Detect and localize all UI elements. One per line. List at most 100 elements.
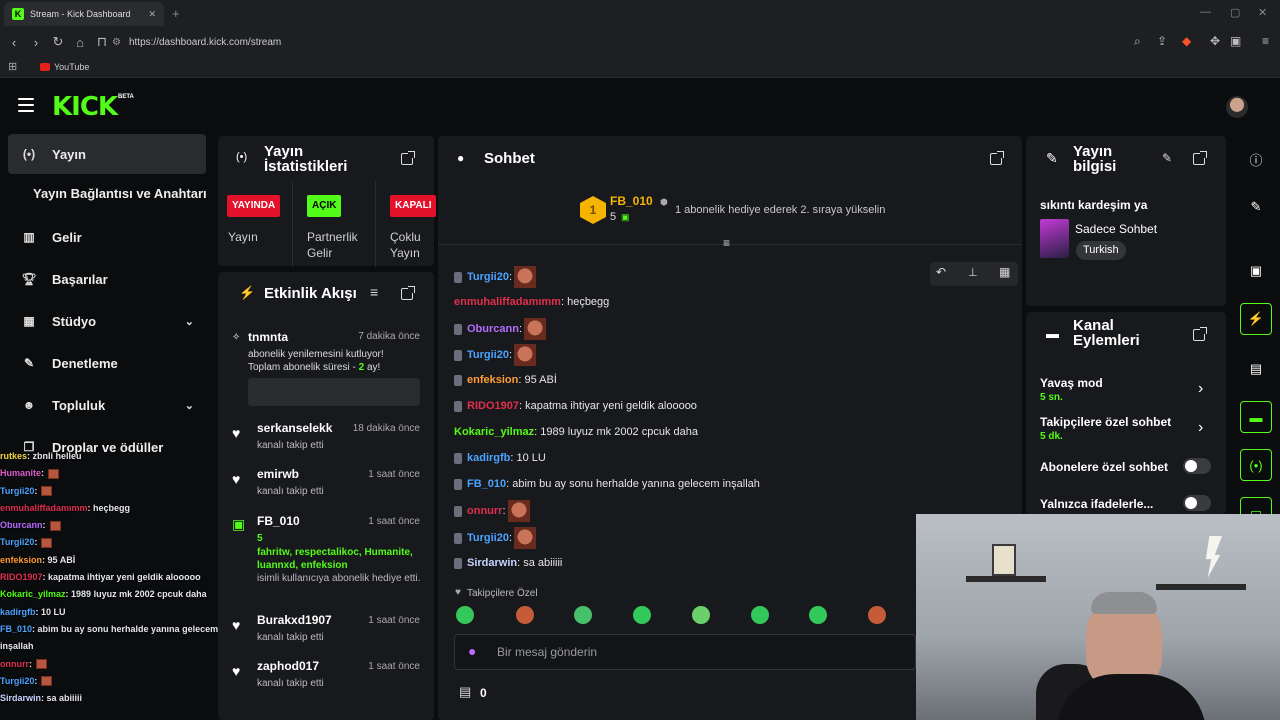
popout-icon[interactable] xyxy=(1193,327,1207,341)
chat-username[interactable]: enmuhaliffadamımm xyxy=(454,296,561,308)
language-tag[interactable]: Turkish xyxy=(1076,241,1126,260)
chat-message: Oburcann: xyxy=(454,318,547,340)
new-tab-icon[interactable]: + xyxy=(172,6,180,21)
kick-logo[interactable]: KICK xyxy=(52,92,118,122)
chart-icon: ▥ xyxy=(23,230,35,244)
sidebar-item-denetleme[interactable]: ✎ Denetleme xyxy=(8,343,206,383)
hamburger-menu-icon[interactable] xyxy=(18,98,34,112)
gift-count: 5 xyxy=(257,533,263,544)
bookmark-youtube[interactable]: YouTube xyxy=(54,62,89,72)
pin-icon[interactable]: ⊥ xyxy=(968,266,978,279)
chat-username[interactable]: Oburcann xyxy=(467,323,519,335)
slow-mode-value: 5 sn. xyxy=(1040,392,1063,403)
popout-icon[interactable] xyxy=(401,151,415,165)
chat-text: : 1989 luyuz mk 2002 cpcuk daha xyxy=(534,426,698,438)
filter-icon[interactable]: ≡ xyxy=(370,284,378,300)
chat-text: : sa abiiiii xyxy=(517,557,563,569)
minimize-icon[interactable]: — xyxy=(1200,6,1211,18)
activity-user[interactable]: Burakxd1907 xyxy=(257,613,332,627)
activity-user[interactable]: emirwb xyxy=(257,467,299,481)
chat-input[interactable]: ● Bir mesaj gönderin xyxy=(454,634,916,670)
back-icon[interactable]: ‹ xyxy=(4,35,24,50)
stats-icon[interactable]: ▣ xyxy=(1240,255,1272,287)
slow-mode-label[interactable]: Yavaş mod xyxy=(1040,376,1103,390)
bookmarks-bar: YouTube xyxy=(0,56,1280,78)
pencil-icon[interactable]: ✎ xyxy=(1240,191,1272,223)
zoom-icon[interactable]: ⌕ xyxy=(1134,34,1141,49)
followers-only-chat-label[interactable]: Takipçilere özel sohbet xyxy=(1040,415,1171,429)
chat-username[interactable]: Turgii20 xyxy=(467,271,509,283)
home-icon[interactable]: ⌂ xyxy=(70,35,90,50)
category-name[interactable]: Sadece Sohbet xyxy=(1075,222,1157,236)
sidebar-item-studyo[interactable]: ▦ Stüdyo ⌄ xyxy=(8,301,206,341)
chat-username[interactable]: onnurr xyxy=(467,505,502,517)
streamer-hair xyxy=(1091,592,1157,614)
chat-username[interactable]: Kokaric_yilmaz xyxy=(454,426,534,438)
points-icon[interactable]: ▤ xyxy=(459,684,471,700)
category-thumbnail[interactable] xyxy=(1040,219,1069,258)
reload-icon[interactable]: ↻ xyxy=(48,34,68,50)
emote-icon[interactable] xyxy=(456,606,474,624)
sidebar-item-gelir[interactable]: ▥ Gelir xyxy=(8,217,206,257)
brave-shield-icon[interactable]: ◆ xyxy=(1182,34,1191,48)
extensions-icon[interactable]: ✥ xyxy=(1210,34,1220,48)
share-icon[interactable]: ⇪ xyxy=(1157,34,1167,48)
chat-text: : xyxy=(34,675,38,686)
popout-icon[interactable] xyxy=(1193,151,1207,165)
sidebar-item-yayin[interactable]: (•) Yayın xyxy=(8,134,206,174)
site-info-icon[interactable]: ⚙ xyxy=(112,37,121,48)
emotes-only-toggle[interactable] xyxy=(1183,495,1211,511)
chat-username[interactable]: RIDO1907 xyxy=(467,400,519,412)
activity-user[interactable]: serkanselekk xyxy=(257,421,332,435)
browser-tab[interactable]: K Stream - Kick Dashboard ✕ xyxy=(4,2,164,26)
popout-icon[interactable] xyxy=(990,151,1004,165)
chat-username[interactable]: FB_010 xyxy=(467,478,506,490)
microphone-icon[interactable]: ● xyxy=(468,643,476,659)
chat-text: : kapatma ihtiyar yeni geldik alooooo xyxy=(518,400,697,412)
top-gifter-name[interactable]: FB_010 xyxy=(610,194,653,208)
url-field[interactable]: ⚙ https://dashboard.kick.com/stream xyxy=(112,32,1112,52)
info-icon[interactable]: ⓘ xyxy=(1240,143,1272,175)
bookmark-icon[interactable]: ⊓ xyxy=(92,34,112,50)
chat-bubble-icon[interactable]: ▬ xyxy=(1240,401,1272,433)
collapse-icon[interactable]: ≡ xyxy=(723,236,730,250)
activity-user[interactable]: FB_010 xyxy=(257,514,300,528)
trash-icon[interactable]: ▦ xyxy=(999,265,1010,279)
sidebar-item-stream-key[interactable]: Yayın Bağlantısı ve Anahtarı xyxy=(33,186,207,201)
emote-icon[interactable] xyxy=(868,606,886,624)
close-window-icon[interactable]: ✕ xyxy=(1258,6,1267,19)
activity-user[interactable]: tnmnta xyxy=(248,330,288,344)
chevron-right-icon[interactable]: › xyxy=(1198,419,1203,437)
emote-icon[interactable] xyxy=(751,606,769,624)
lightning-icon[interactable]: ⚡ xyxy=(1240,303,1272,335)
popout-icon[interactable] xyxy=(401,286,415,300)
broadcast-icon[interactable]: (•) xyxy=(1240,449,1272,481)
wallet-icon[interactable]: ▣ xyxy=(1230,34,1241,48)
chat-username[interactable]: kadirgfb xyxy=(467,452,510,464)
user-avatar[interactable] xyxy=(1226,96,1248,118)
activity-user[interactable]: zaphod017 xyxy=(257,659,319,673)
edit-icon[interactable]: ✎ xyxy=(1162,151,1172,165)
maximize-icon[interactable]: ▢ xyxy=(1230,6,1240,19)
chat-username[interactable]: enfeksion xyxy=(467,374,518,386)
menu-icon[interactable]: ≡ xyxy=(1262,34,1269,48)
subscribers-only-toggle[interactable] xyxy=(1183,458,1211,474)
chat-username[interactable]: Turgii20 xyxy=(467,532,509,544)
forward-icon[interactable]: › xyxy=(26,35,46,50)
activity-message: Toplam abonelik süresi - 2 ay! xyxy=(248,362,380,373)
emote-icon[interactable] xyxy=(574,606,592,624)
chat-text: : 10 LU xyxy=(510,452,546,464)
document-icon[interactable]: ▤ xyxy=(1240,353,1272,385)
chevron-right-icon[interactable]: › xyxy=(1198,380,1203,398)
emote-icon[interactable] xyxy=(516,606,534,624)
sidebar-item-topluluk[interactable]: ☻ Topluluk ⌄ xyxy=(8,385,206,425)
sidebar-item-basarilar[interactable]: 🏆︎ Başarılar xyxy=(8,259,206,299)
chat-username[interactable]: Sirdarwin xyxy=(467,557,517,569)
chat-username[interactable]: Turgii20 xyxy=(467,349,509,361)
apps-grid-icon[interactable]: ⊞ xyxy=(8,60,17,73)
reply-icon[interactable]: ↶ xyxy=(936,265,946,279)
emote-icon[interactable] xyxy=(809,606,827,624)
emote-icon[interactable] xyxy=(633,606,651,624)
emote-icon[interactable] xyxy=(692,606,710,624)
close-tab-icon[interactable]: ✕ xyxy=(148,9,156,20)
